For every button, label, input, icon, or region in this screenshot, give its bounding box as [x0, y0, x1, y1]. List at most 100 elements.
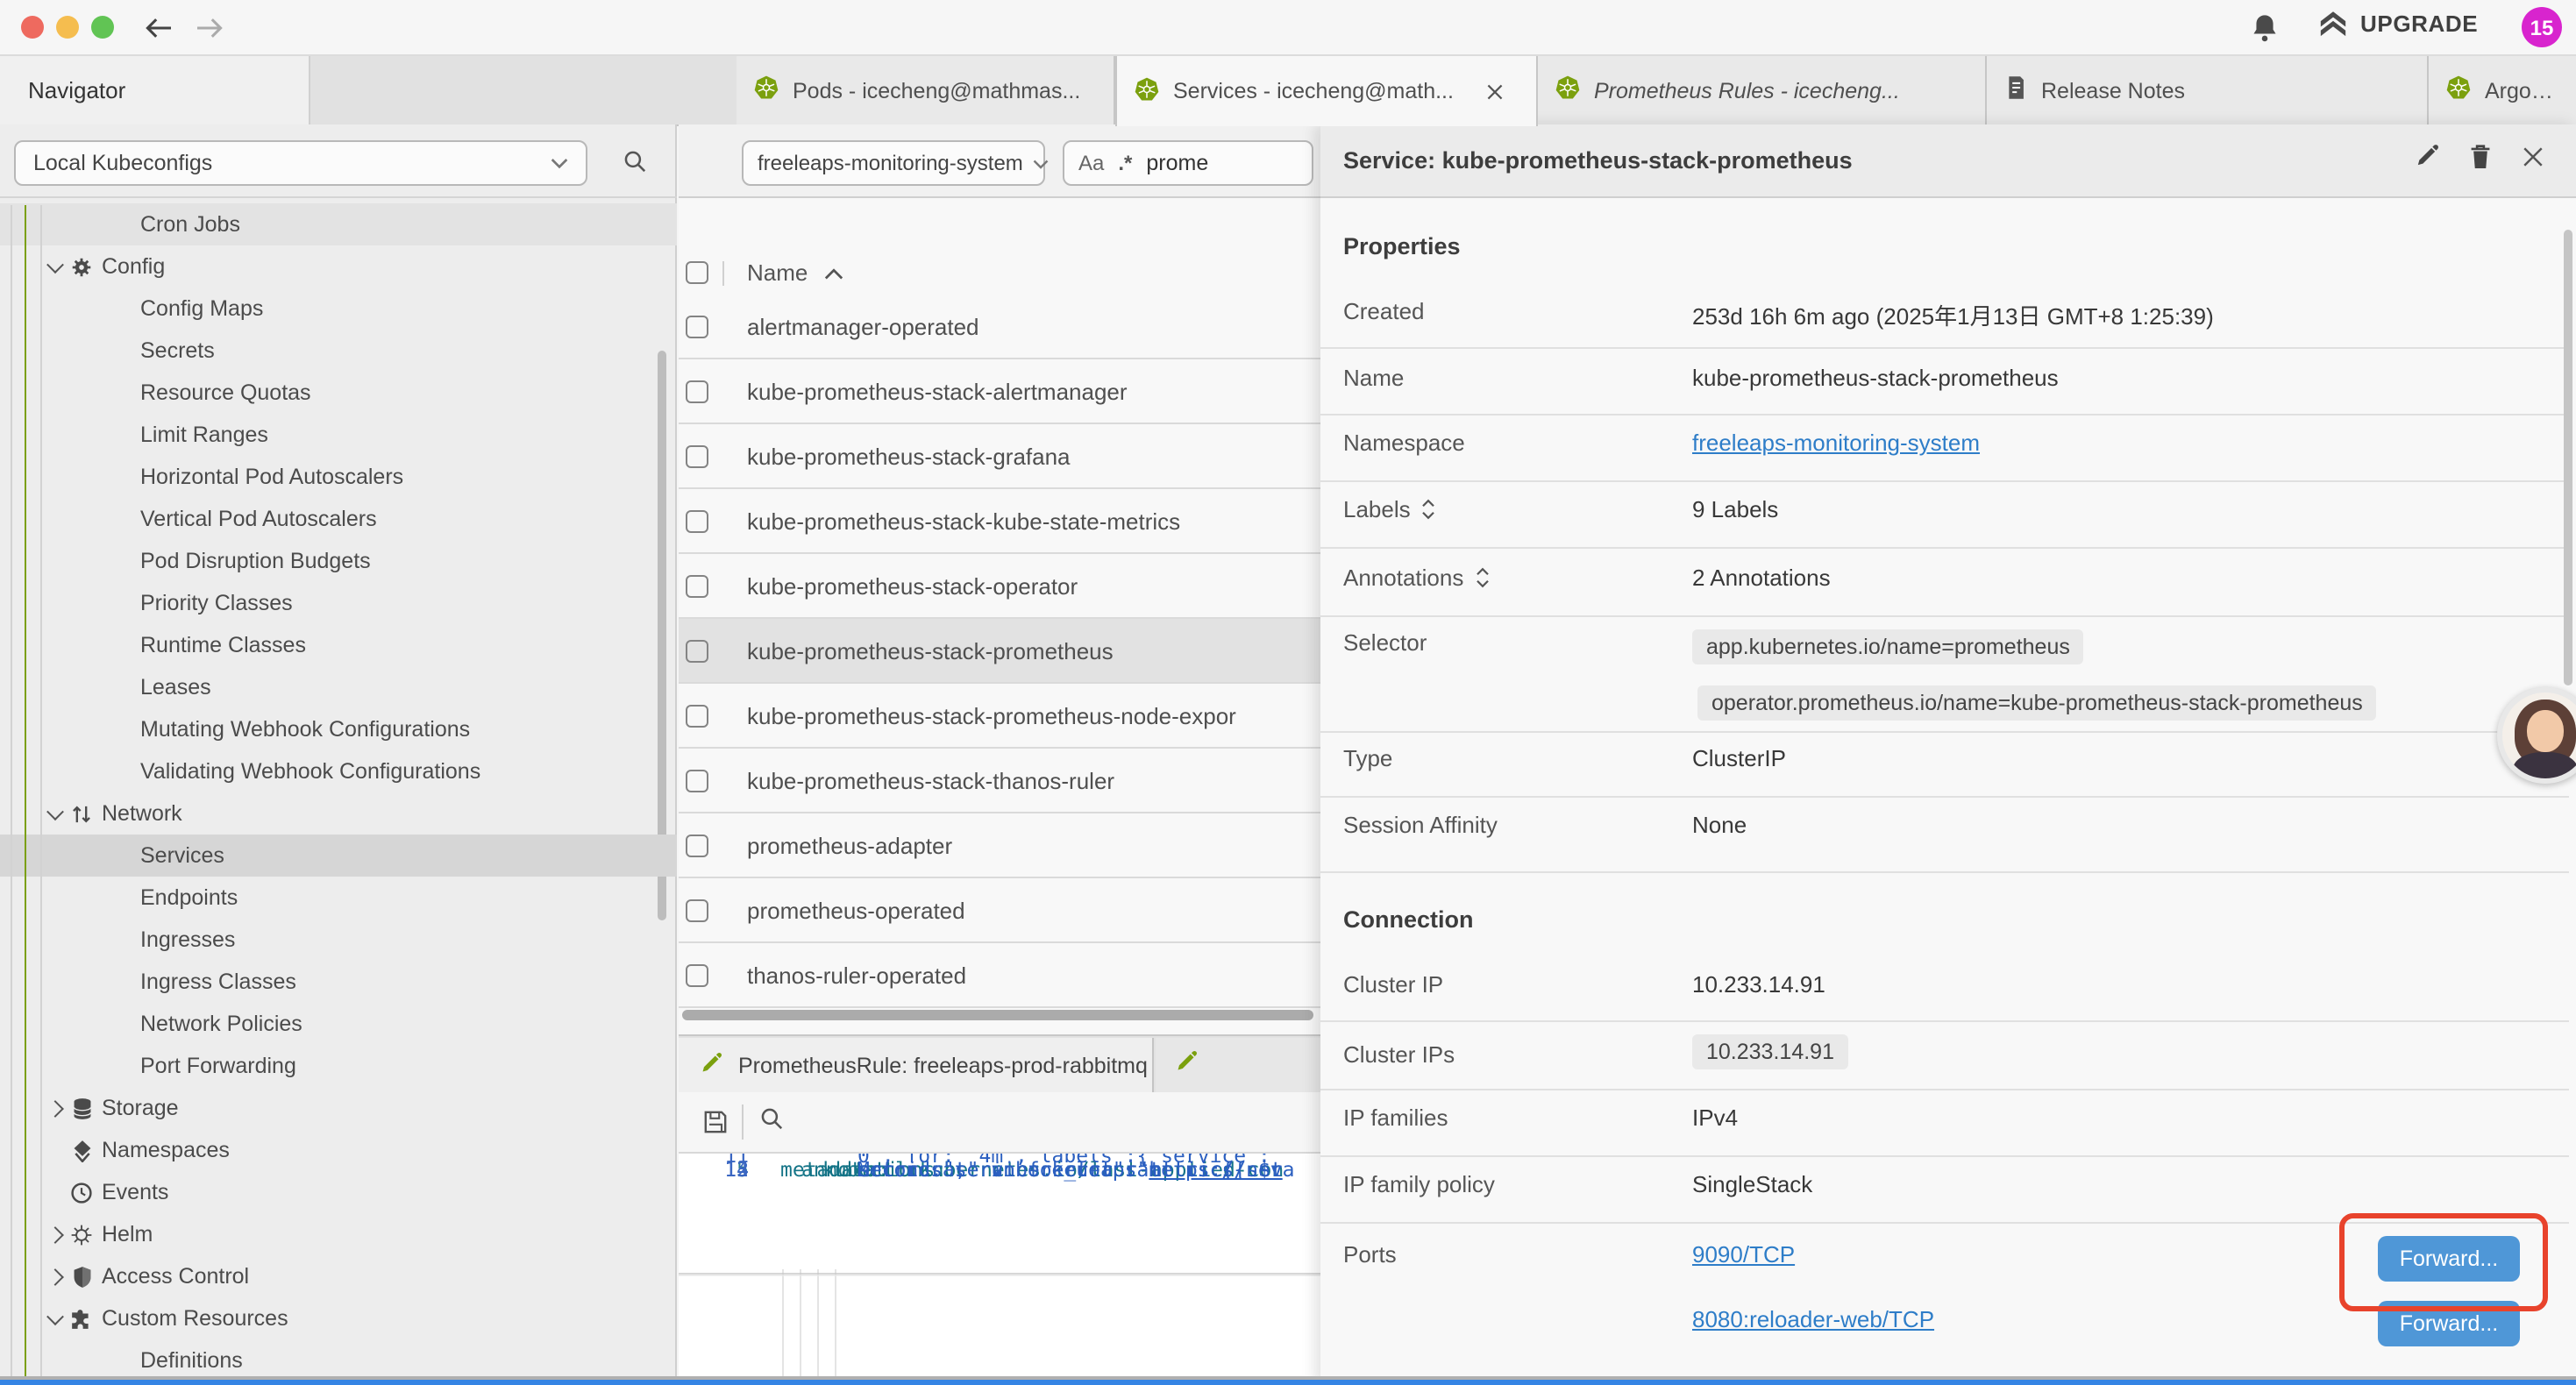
table-row[interactable]: kube-prometheus-stack-operator [679, 554, 1320, 619]
sidebar-tree-item[interactable]: Vertical Pod Autoscalers [0, 498, 677, 540]
tab-services[interactable]: Services - icecheng@math... [1115, 56, 1538, 126]
table-row[interactable]: alertmanager-operated [679, 295, 1320, 359]
close-window-button[interactable] [21, 16, 44, 39]
sidebar-tree-item[interactable]: Config [0, 245, 677, 288]
upgrade-button[interactable]: UPGRADE [2318, 11, 2478, 37]
editor-search-icon[interactable] [759, 1105, 784, 1139]
row-checkbox[interactable] [686, 769, 708, 792]
port-link[interactable]: 9090/TCP [1692, 1241, 1795, 1268]
tree-expand-chevron-icon[interactable] [44, 1097, 67, 1119]
sidebar-tree-item[interactable]: Validating Webhook Configurations [0, 750, 677, 792]
search-icon[interactable] [623, 149, 647, 182]
filter-input[interactable] [1146, 151, 1251, 175]
editor-tab-partial[interactable] [1156, 1038, 1320, 1094]
sidebar-tree-item[interactable]: Definitions [0, 1339, 677, 1381]
port-link[interactable]: 8080:reloader-web/TCP [1692, 1306, 1934, 1332]
table-row[interactable]: prometheus-operated [679, 878, 1320, 943]
sidebar-tree-item[interactable]: Services [0, 835, 677, 877]
editor-tab-prometheusrule[interactable]: PrometheusRule: freeleaps-prod-rabbitmq [679, 1038, 1154, 1094]
row-checkbox[interactable] [686, 444, 708, 467]
tree-expand-chevron-icon[interactable] [82, 1349, 105, 1372]
sidebar-tree-item[interactable]: Custom Resources [0, 1297, 677, 1339]
maximize-window-button[interactable] [91, 16, 114, 39]
row-value[interactable]: 9 Labels [1692, 496, 1778, 522]
sidebar-tree-item[interactable]: Ingress Classes [0, 961, 677, 1003]
drawer-scrollbar[interactable] [2564, 230, 2572, 685]
yaml-editor[interactable]: 3 metadata: 4 annotations: 5 kubectl.kub… [679, 1154, 1320, 1385]
row-checkbox[interactable] [686, 898, 708, 921]
sidebar-tree-item[interactable]: Events [0, 1171, 677, 1213]
sidebar-tree-item[interactable]: Network [0, 792, 677, 835]
sidebar-tree-item[interactable]: Network Policies [0, 1003, 677, 1045]
forward-icon[interactable] [195, 16, 224, 49]
tree-expand-chevron-icon[interactable] [82, 381, 105, 404]
sidebar-tree-item[interactable]: Access Control [0, 1255, 677, 1297]
tab-argo[interactable]: Argo Se [2429, 56, 2576, 124]
tree-expand-chevron-icon[interactable] [82, 928, 105, 951]
tree-expand-chevron-icon[interactable] [82, 423, 105, 446]
column-header-name[interactable]: Name [747, 259, 808, 286]
sidebar-tree-item[interactable]: Config Maps [0, 288, 677, 330]
sidebar-tree-item[interactable]: Pod Disruption Budgets [0, 540, 677, 582]
select-all-checkbox[interactable] [686, 261, 708, 284]
table-row[interactable]: kube-prometheus-stack-grafana [679, 424, 1320, 489]
tree-expand-chevron-icon[interactable] [82, 718, 105, 741]
tree-expand-chevron-icon[interactable] [82, 844, 105, 867]
table-row[interactable]: kube-prometheus-stack-prometheus [679, 619, 1320, 684]
sidebar-tree-item[interactable]: Priority Classes [0, 582, 677, 624]
sidebar-tree-item[interactable]: Endpoints [0, 877, 677, 919]
sidebar-tree-item[interactable]: Port Forwarding [0, 1045, 677, 1087]
notifications-bell-icon[interactable] [2252, 12, 2278, 51]
close-drawer-icon[interactable] [2522, 145, 2544, 176]
table-row[interactable]: prometheus-adapter [679, 813, 1320, 878]
tree-expand-chevron-icon[interactable] [44, 1139, 67, 1161]
namespace-link[interactable]: freeleaps-monitoring-system [1692, 430, 1980, 456]
sort-ascending-icon[interactable] [823, 266, 843, 280]
tree-expand-chevron-icon[interactable] [82, 1012, 105, 1035]
row-checkbox[interactable] [686, 834, 708, 856]
tree-expand-chevron-icon[interactable] [44, 802, 67, 825]
sidebar-tree-item[interactable]: Secrets [0, 330, 677, 372]
row-checkbox[interactable] [686, 574, 708, 597]
namespace-selector[interactable]: freeleaps-monitoring-system [742, 140, 1045, 186]
tree-expand-chevron-icon[interactable] [82, 676, 105, 699]
sort-updown-icon[interactable] [1474, 566, 1490, 589]
edit-resource-icon[interactable] [2415, 144, 2439, 177]
sidebar-tree-item[interactable]: Mutating Webhook Configurations [0, 708, 677, 750]
tree-expand-chevron-icon[interactable] [82, 760, 105, 783]
tree-expand-chevron-icon[interactable] [82, 886, 105, 909]
table-row[interactable]: kube-prometheus-stack-kube-state-metrics [679, 489, 1320, 554]
tree-expand-chevron-icon[interactable] [82, 550, 105, 572]
navigator-panel-tab[interactable]: Navigator [0, 56, 310, 124]
sidebar-tree-item[interactable]: Limit Ranges [0, 414, 677, 456]
tab-release-notes[interactable]: Release Notes [1987, 56, 2429, 124]
kubeconfig-selector[interactable]: Local Kubeconfigs [14, 140, 587, 186]
delete-resource-icon[interactable] [2469, 143, 2492, 178]
row-checkbox[interactable] [686, 509, 708, 532]
horizontal-scrollbar[interactable] [682, 1010, 1313, 1020]
tab-pods[interactable]: Pods - icecheng@mathmas... [737, 56, 1115, 124]
sidebar-tree-item[interactable]: Ingresses [0, 919, 677, 961]
sidebar-tree-item[interactable]: Storage [0, 1087, 677, 1129]
sidebar-tree-item[interactable]: Runtime Classes [0, 624, 677, 666]
save-icon[interactable] [703, 1110, 728, 1134]
row-value[interactable]: 2 Annotations [1692, 565, 1831, 591]
row-checkbox[interactable] [686, 380, 708, 402]
table-row[interactable]: kube-prometheus-stack-thanos-ruler [679, 749, 1320, 813]
sidebar-tree-item[interactable]: Resource Quotas [0, 372, 677, 414]
sidebar-tree-item[interactable]: Cron Jobs [0, 203, 677, 245]
tree-expand-chevron-icon[interactable] [82, 508, 105, 530]
tree-expand-chevron-icon[interactable] [82, 970, 105, 993]
back-icon[interactable] [144, 16, 174, 40]
tree-expand-chevron-icon[interactable] [82, 465, 105, 488]
tree-expand-chevron-icon[interactable] [44, 1307, 67, 1330]
sidebar-tree-item[interactable]: Leases [0, 666, 677, 708]
sidebar-tree-item[interactable]: Namespaces [0, 1129, 677, 1171]
table-row[interactable]: kube-prometheus-stack-prometheus-node-ex… [679, 684, 1320, 749]
table-row[interactable]: kube-prometheus-stack-alertmanager [679, 359, 1320, 424]
tree-expand-chevron-icon[interactable] [82, 634, 105, 657]
tree-expand-chevron-icon[interactable] [82, 592, 105, 614]
tree-expand-chevron-icon[interactable] [44, 1223, 67, 1246]
tab-prometheus-rules[interactable]: Prometheus Rules - icecheng... [1538, 56, 1987, 124]
tree-expand-chevron-icon[interactable] [82, 297, 105, 320]
